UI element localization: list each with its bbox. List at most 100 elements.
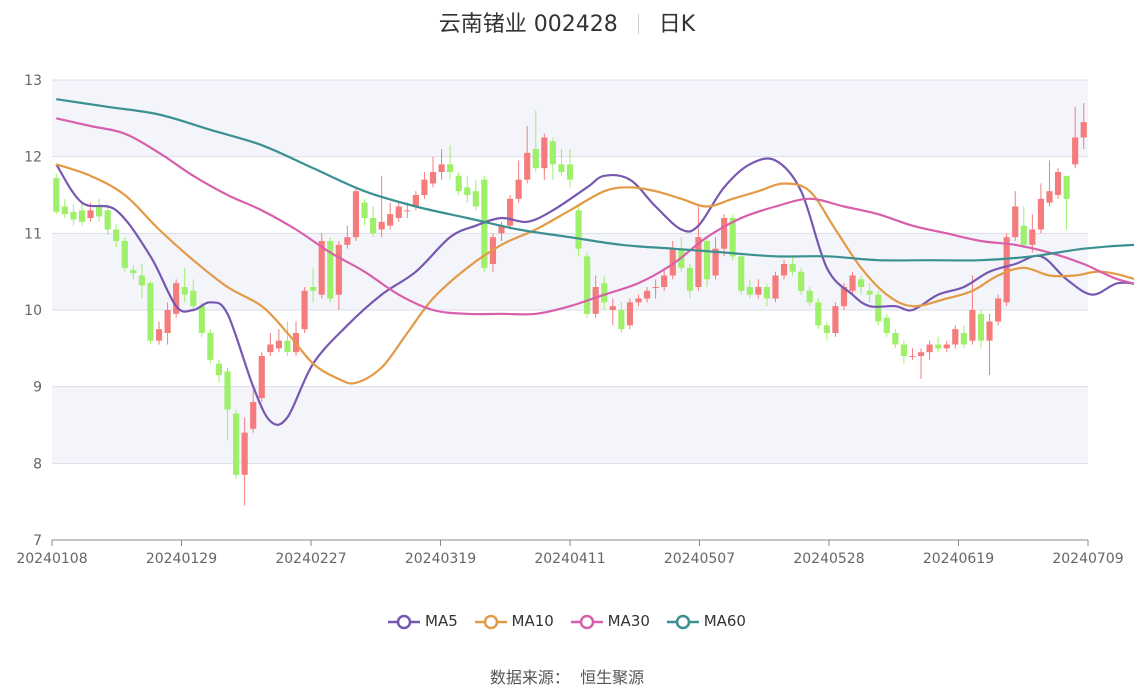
candle-body bbox=[969, 310, 976, 341]
x-tick-label: 20240227 bbox=[275, 551, 346, 567]
candle-body bbox=[524, 152, 531, 180]
candle-body bbox=[421, 179, 428, 195]
ma30-legend-icon bbox=[570, 614, 603, 630]
candle-body bbox=[926, 344, 933, 353]
source-label: 数据来源： bbox=[489, 668, 570, 687]
candle-body bbox=[387, 214, 394, 226]
candle-body bbox=[215, 363, 223, 376]
candle-body bbox=[738, 256, 745, 291]
candle-body bbox=[584, 256, 591, 314]
candle-body bbox=[70, 211, 77, 220]
grid-band bbox=[52, 386, 1088, 464]
candle-body bbox=[721, 218, 728, 249]
candle-body bbox=[952, 329, 959, 345]
ma10-legend-icon bbox=[474, 614, 507, 630]
candle-body bbox=[515, 179, 522, 199]
candle-body bbox=[104, 210, 111, 230]
candle-body bbox=[1037, 198, 1044, 230]
candle-body bbox=[61, 206, 68, 215]
candle-body bbox=[250, 402, 257, 429]
candle-body bbox=[472, 191, 479, 207]
candle-body bbox=[87, 210, 94, 218]
source-value: 恒生聚源 bbox=[580, 668, 645, 687]
candle-body bbox=[832, 306, 839, 333]
candle-body bbox=[404, 210, 411, 212]
x-tick-label: 20240619 bbox=[923, 551, 994, 567]
candle-body bbox=[875, 294, 882, 322]
candle-body bbox=[995, 298, 1002, 322]
legend-item-ma5[interactable]: MA5 bbox=[388, 612, 458, 630]
candle-body bbox=[1080, 122, 1087, 138]
candle-body bbox=[626, 302, 634, 326]
candle-body bbox=[566, 164, 574, 180]
candle-body bbox=[224, 371, 231, 410]
candle-body bbox=[618, 310, 625, 330]
candlestick-chart: 7 8 9 10 11 12 13 20240108 20240129 20240227 20240… bbox=[16, 73, 1134, 567]
candle-body bbox=[977, 313, 985, 341]
candle-body bbox=[755, 287, 762, 295]
candle-body bbox=[900, 344, 907, 356]
x-tick-label: 20240319 bbox=[405, 551, 476, 567]
candle-body bbox=[429, 172, 437, 184]
candle-body bbox=[763, 287, 771, 299]
legend-item-ma60[interactable]: MA60 bbox=[666, 612, 746, 630]
candle-body bbox=[455, 175, 462, 192]
candle-body bbox=[1029, 229, 1036, 245]
candle-body bbox=[352, 191, 360, 238]
candle-body bbox=[935, 344, 942, 349]
candle-body bbox=[53, 178, 60, 212]
candle-body bbox=[361, 202, 368, 218]
y-tick-label: 7 bbox=[33, 533, 42, 549]
candle-body bbox=[275, 340, 282, 349]
x-tick-label: 20240528 bbox=[793, 551, 864, 567]
candle-body bbox=[181, 287, 188, 295]
candle-body bbox=[575, 210, 582, 249]
legend-label-ma10: MA10 bbox=[511, 612, 554, 630]
candle-body bbox=[601, 283, 608, 303]
legend-item-ma10[interactable]: MA10 bbox=[474, 612, 554, 630]
y-tick-label: 8 bbox=[33, 456, 42, 472]
candle-body bbox=[592, 287, 599, 314]
candle-body bbox=[858, 279, 865, 287]
candle-body bbox=[635, 298, 642, 303]
candle-body bbox=[1046, 191, 1053, 203]
candle-body bbox=[1012, 206, 1019, 238]
candle-body bbox=[746, 287, 753, 295]
candle-body bbox=[438, 164, 445, 172]
candle-body bbox=[506, 198, 514, 226]
candle-body bbox=[138, 275, 145, 286]
x-tick-label: 20240129 bbox=[146, 551, 217, 567]
candle-body bbox=[369, 218, 377, 234]
candle-body bbox=[301, 290, 308, 330]
candle-body bbox=[892, 333, 899, 345]
x-tick-label: 20240108 bbox=[16, 551, 87, 567]
y-tick-label: 9 bbox=[33, 380, 42, 396]
candle-body bbox=[917, 352, 925, 356]
legend-item-ma30[interactable]: MA30 bbox=[570, 612, 650, 630]
candle-body bbox=[241, 432, 248, 475]
legend: MA5 MA10 MA30 MA60 bbox=[0, 612, 1134, 630]
candle-body bbox=[335, 244, 342, 295]
candle-body bbox=[815, 302, 822, 326]
legend-label-ma60: MA60 bbox=[703, 612, 746, 630]
candle-body bbox=[412, 195, 419, 207]
candle-body bbox=[310, 287, 317, 291]
candle-body bbox=[986, 321, 993, 341]
candle-body bbox=[806, 290, 813, 303]
candle-body bbox=[772, 275, 779, 299]
x-tick-label: 20240507 bbox=[664, 551, 735, 567]
candle-body bbox=[549, 141, 556, 165]
candle-body bbox=[960, 333, 967, 345]
candle-body bbox=[284, 340, 291, 353]
candle-body bbox=[464, 187, 471, 195]
candle-body bbox=[849, 275, 856, 291]
grid-band bbox=[52, 80, 1088, 157]
candle-body bbox=[207, 333, 214, 360]
ma60-legend-icon bbox=[666, 614, 699, 630]
y-tick-label: 11 bbox=[24, 226, 42, 242]
candle-body bbox=[609, 306, 616, 310]
candle-body bbox=[164, 310, 171, 333]
x-tick-label: 20240411 bbox=[534, 551, 605, 567]
candle-body bbox=[1063, 175, 1070, 199]
legend-label-ma30: MA30 bbox=[607, 612, 650, 630]
